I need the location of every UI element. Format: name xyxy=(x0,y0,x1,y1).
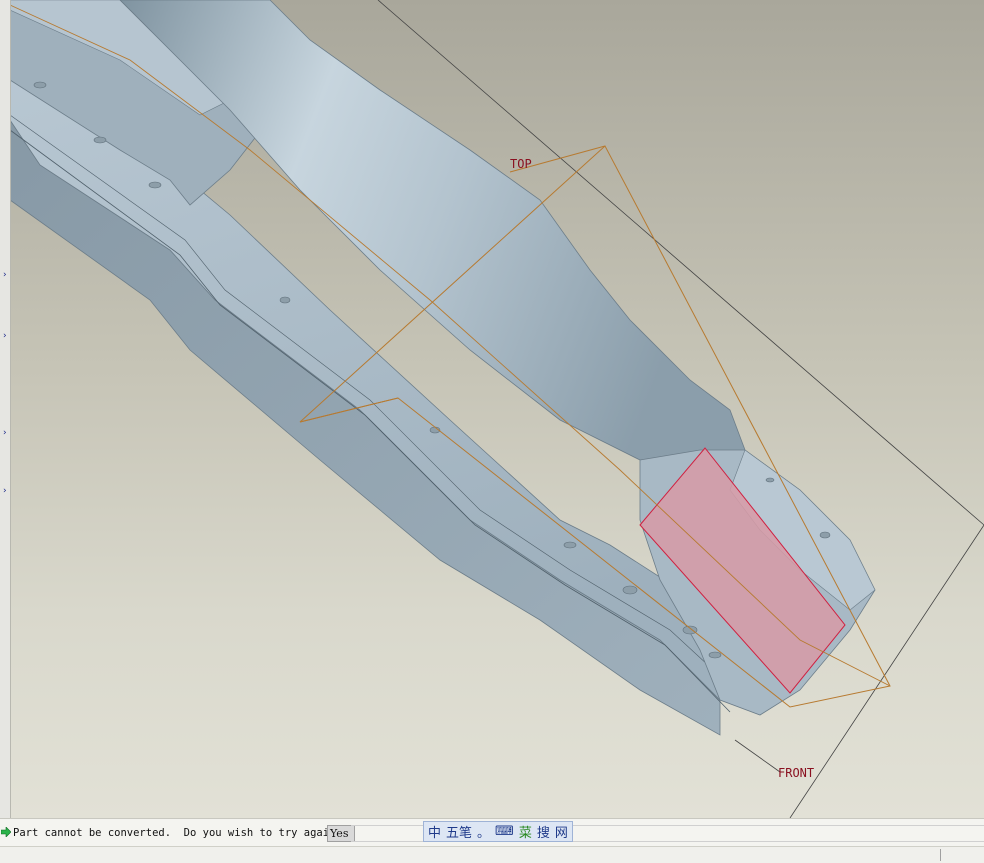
datum-top-label[interactable]: TOP xyxy=(510,157,532,171)
chevron-right-icon[interactable]: › xyxy=(2,429,8,438)
ime-web[interactable]: 网 xyxy=(554,822,569,841)
keyboard-icon[interactable]: ⌨ xyxy=(494,824,515,839)
chevron-right-icon[interactable]: › xyxy=(2,271,8,280)
ime-search[interactable]: 搜 xyxy=(536,822,551,841)
left-dock-strip[interactable]: › › › › xyxy=(0,0,11,818)
green-arrow-icon xyxy=(1,827,11,837)
ime-punctuation[interactable]: 。 xyxy=(476,822,491,841)
ime-menu[interactable]: 菜 xyxy=(518,822,533,841)
cad-model-scene[interactable]: TOP FRONT xyxy=(0,0,984,818)
datum-front-edge xyxy=(734,739,781,773)
ime-toolbar[interactable]: 中 五笔 。 ⌨ 菜 搜 网 xyxy=(423,821,573,842)
ime-wubi[interactable]: 五笔 xyxy=(445,822,473,841)
status-divider xyxy=(940,849,941,861)
ime-mode-chinese[interactable]: 中 xyxy=(427,822,442,841)
model-viewport[interactable]: TOP FRONT › › › › xyxy=(0,0,984,818)
message-area: Part cannot be converted. Do you wish to… xyxy=(0,818,984,847)
chevron-right-icon[interactable]: › xyxy=(2,487,8,496)
chevron-right-icon[interactable]: › xyxy=(2,332,8,341)
prompt-message: Part cannot be converted. Do you wish to… xyxy=(13,827,342,839)
status-bar xyxy=(0,846,984,863)
datum-front-label[interactable]: FRONT xyxy=(778,766,814,780)
